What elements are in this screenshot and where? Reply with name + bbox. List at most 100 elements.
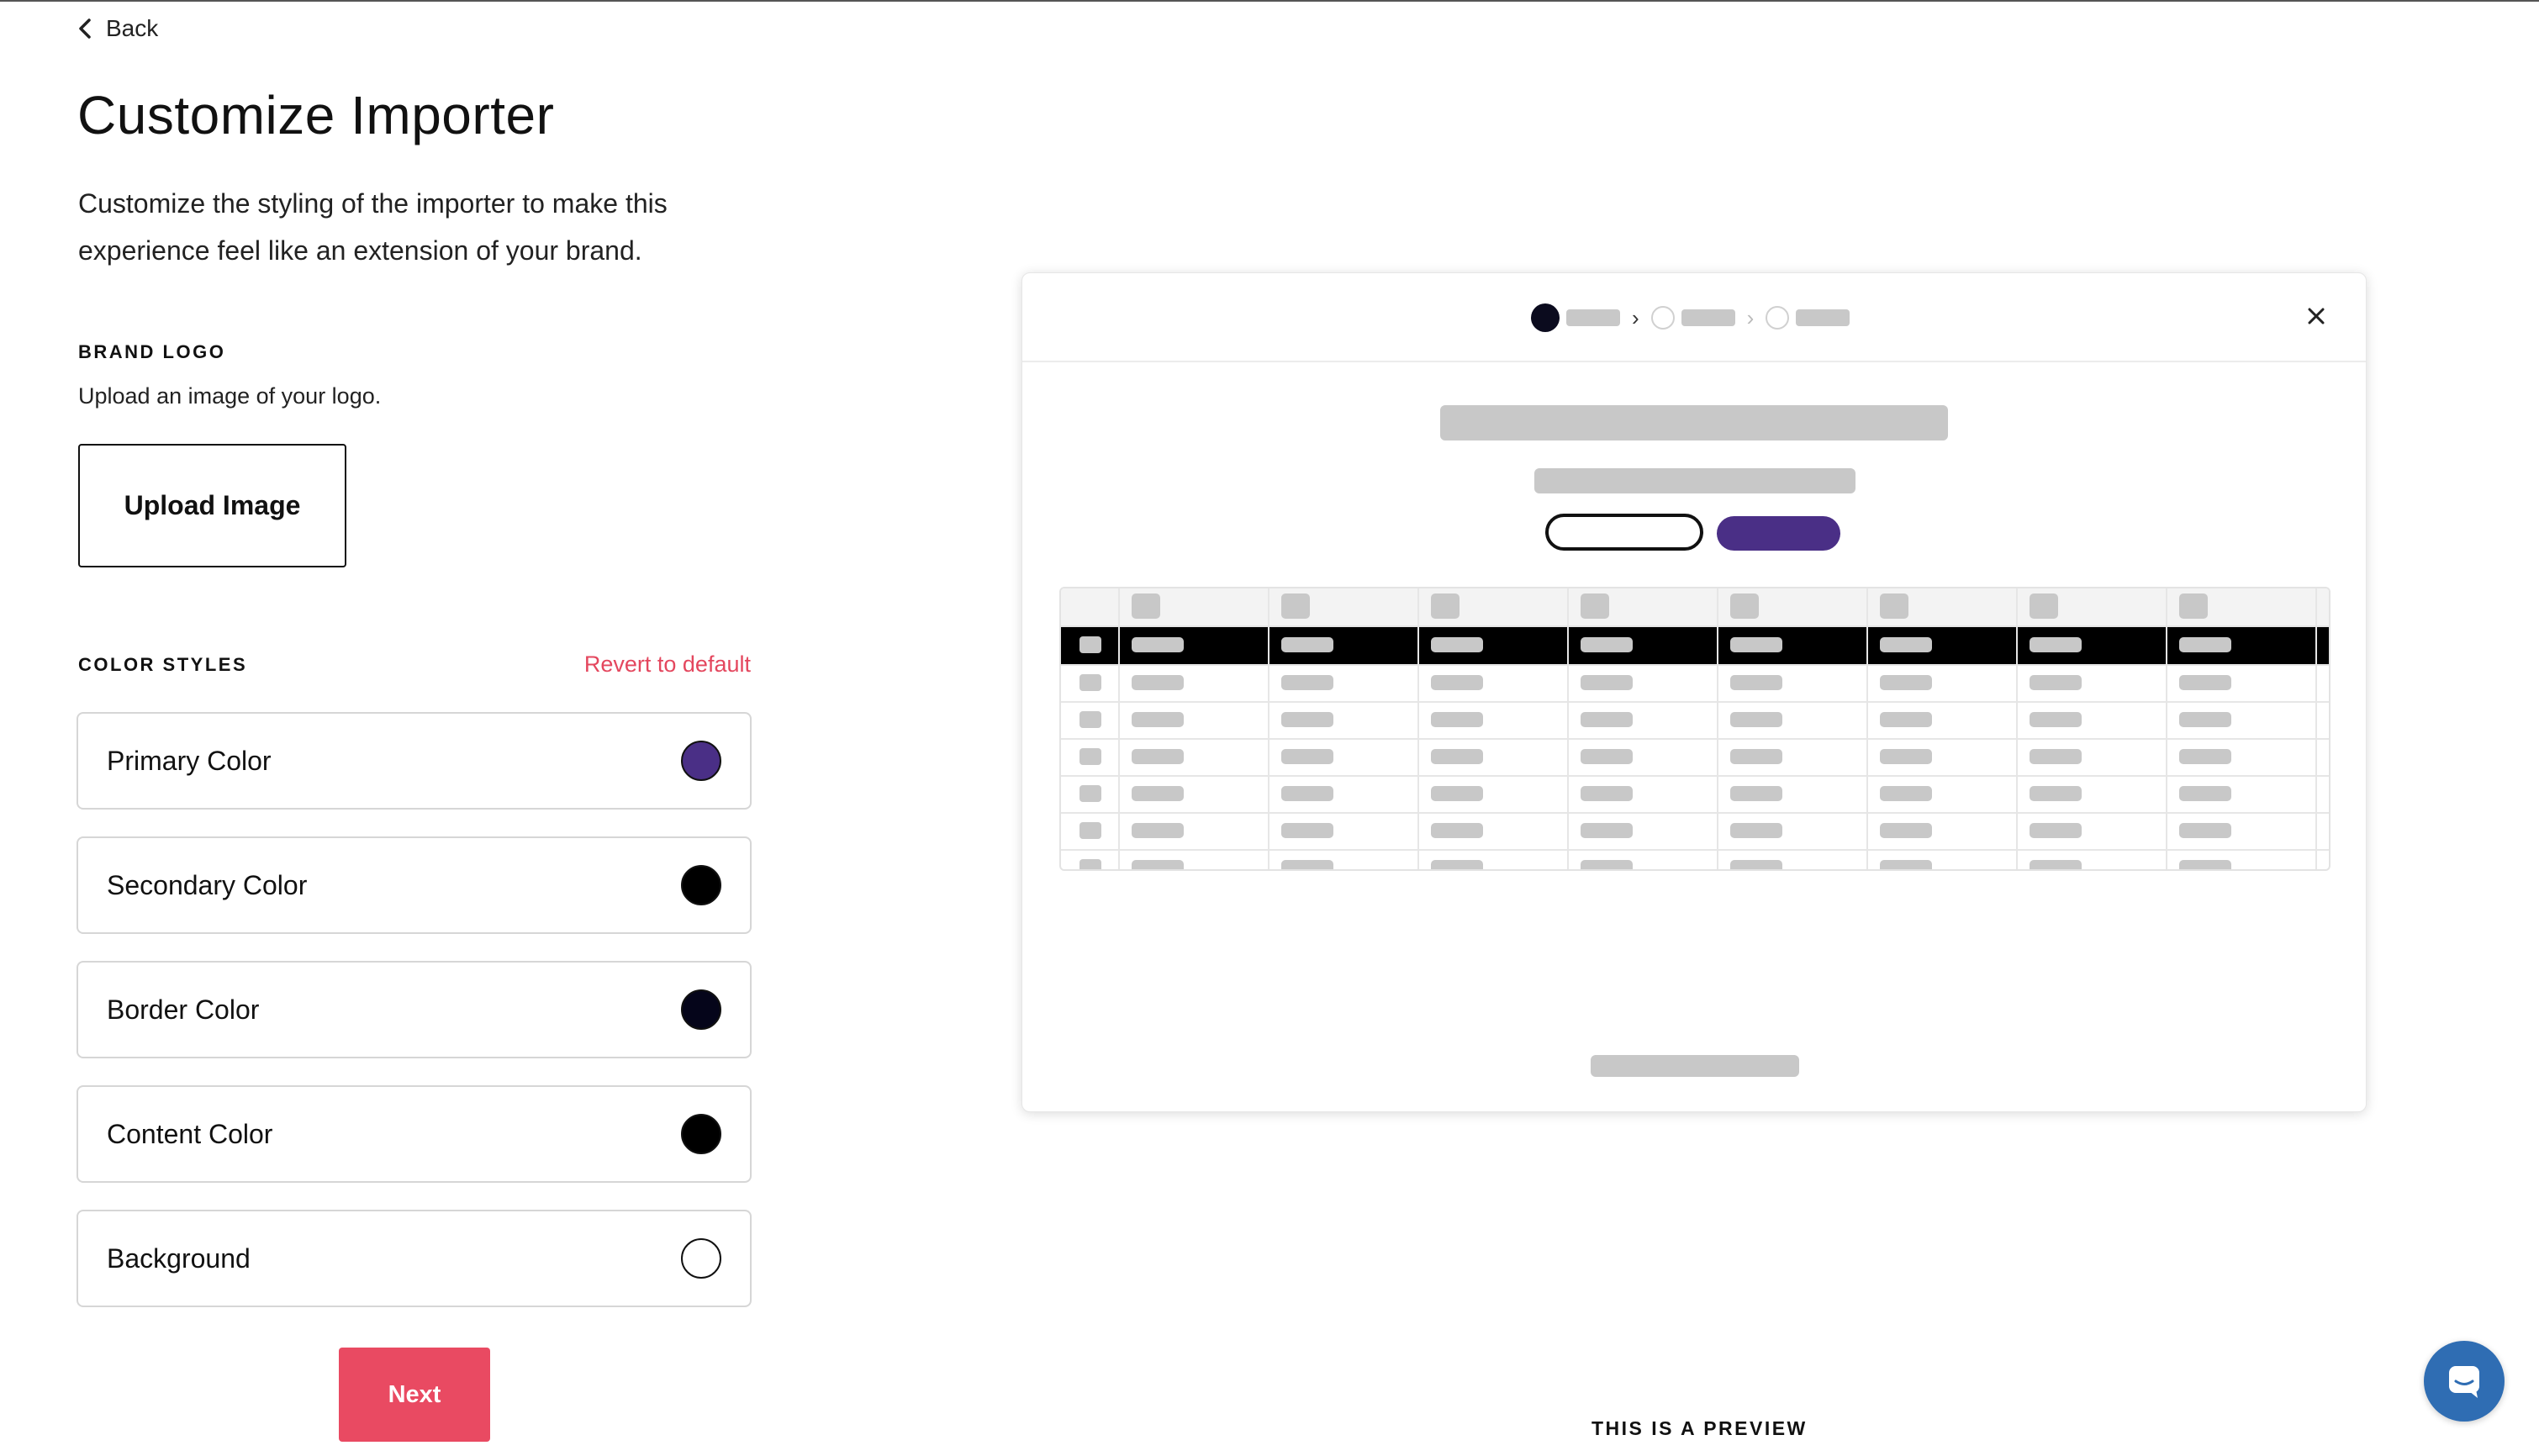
grid-cell-placeholder	[1431, 675, 1483, 690]
preview-subtitle-placeholder	[1534, 468, 1855, 493]
grid-column-divider	[2016, 588, 2018, 869]
grid-row-divider	[1061, 625, 2329, 627]
back-link[interactable]: Back	[76, 15, 158, 42]
grid-cell-placeholder	[2030, 712, 2082, 727]
importer-preview-card: › ›	[1021, 272, 2367, 1112]
grid-cell-placeholder	[1730, 786, 1782, 801]
grid-cell-placeholder	[1880, 749, 1932, 764]
grid-cell-placeholder	[1132, 749, 1184, 764]
grid-cell-placeholder	[1281, 749, 1333, 764]
color-label: Secondary Color	[107, 869, 308, 900]
grid-column-divider	[1717, 588, 1718, 869]
grid-row-checkbox-placeholder	[1079, 785, 1101, 802]
grid-column-divider	[1268, 588, 1270, 869]
grid-cell-placeholder	[1281, 637, 1333, 652]
color-label: Background	[107, 1242, 251, 1274]
preview-header: › ›	[1022, 273, 2366, 362]
grid-column-divider	[2315, 588, 2317, 869]
grid-cell-placeholder	[1281, 786, 1333, 801]
color-swatch[interactable]	[681, 1114, 721, 1154]
preview-stepper: › ›	[1531, 303, 1850, 332]
back-label: Back	[106, 15, 159, 41]
grid-cell-placeholder	[1431, 860, 1483, 869]
preview-secondary-button	[1545, 514, 1703, 551]
grid-cell-placeholder	[2179, 860, 2231, 869]
grid-header-placeholder	[1431, 593, 1460, 619]
grid-cell-placeholder	[1581, 675, 1633, 690]
grid-cell-placeholder	[1880, 860, 1932, 869]
secondary-color-picker[interactable]: Secondary Color	[77, 836, 752, 934]
color-swatch[interactable]	[681, 865, 721, 905]
grid-cell-placeholder	[2179, 749, 2231, 764]
preview-title-placeholder	[1440, 405, 1948, 440]
grid-cell-placeholder	[2179, 786, 2231, 801]
color-styles-heading: COLOR STYLES	[78, 654, 248, 675]
preview-data-grid	[1059, 587, 2330, 871]
grid-column-divider	[2166, 588, 2167, 869]
grid-cell-placeholder	[1581, 786, 1633, 801]
grid-header-placeholder	[1730, 593, 1759, 619]
grid-cell-placeholder	[1132, 637, 1184, 652]
grid-row-divider	[1061, 701, 2329, 703]
grid-row-checkbox-placeholder	[1079, 711, 1101, 728]
preview-footer-placeholder	[1591, 1055, 1799, 1077]
step-indicator-active	[1531, 303, 1560, 332]
grid-cell-placeholder	[1581, 749, 1633, 764]
grid-cell-placeholder	[2030, 637, 2082, 652]
grid-cell-placeholder	[1581, 637, 1633, 652]
grid-column-divider	[1118, 588, 1120, 869]
preview-caption: THIS IS A PREVIEW	[1591, 1417, 1808, 1439]
chat-bubble-icon	[2449, 1366, 2479, 1398]
grid-cell-placeholder	[2030, 749, 2082, 764]
support-chat-button[interactable]	[2424, 1341, 2505, 1422]
color-label: Content Color	[107, 1118, 273, 1149]
grid-cell-placeholder	[1132, 712, 1184, 727]
grid-cell-placeholder	[2030, 675, 2082, 690]
brand-logo-heading: BRAND LOGO	[78, 341, 226, 362]
grid-cell-placeholder	[1132, 675, 1184, 690]
revert-to-default-link[interactable]: Revert to default	[584, 652, 751, 678]
grid-cell-placeholder	[1730, 823, 1782, 838]
grid-cell-placeholder	[1730, 675, 1782, 690]
step-label-placeholder	[1796, 309, 1850, 326]
grid-header-placeholder	[1281, 593, 1310, 619]
close-icon[interactable]	[2304, 303, 2329, 329]
grid-cell-placeholder	[1730, 749, 1782, 764]
color-swatch[interactable]	[681, 1238, 721, 1279]
next-button[interactable]: Next	[339, 1348, 490, 1442]
background-color-picker[interactable]: Background	[77, 1210, 752, 1307]
grid-row-checkbox-placeholder	[1079, 748, 1101, 765]
grid-row-checkbox-placeholder	[1079, 859, 1101, 869]
color-swatch[interactable]	[681, 989, 721, 1030]
grid-header-placeholder	[1581, 593, 1609, 619]
grid-cell-placeholder	[1431, 786, 1483, 801]
grid-cell-placeholder	[1281, 823, 1333, 838]
content-color-picker[interactable]: Content Color	[77, 1085, 752, 1183]
grid-cell-placeholder	[1281, 860, 1333, 869]
preview-primary-button	[1717, 516, 1840, 551]
grid-row-checkbox-placeholder	[1079, 674, 1101, 691]
page-title: Customize Importer	[77, 85, 555, 145]
grid-cell-placeholder	[1581, 712, 1633, 727]
color-swatch[interactable]	[681, 741, 721, 781]
brand-logo-help-text: Upload an image of your logo.	[78, 383, 382, 409]
grid-cell-placeholder	[2179, 637, 2231, 652]
grid-column-divider	[1417, 588, 1419, 869]
grid-cell-placeholder	[2030, 860, 2082, 869]
grid-cell-placeholder	[1132, 786, 1184, 801]
grid-row-divider	[1061, 664, 2329, 666]
grid-cell-placeholder	[2030, 823, 2082, 838]
grid-header-placeholder	[2030, 593, 2058, 619]
upload-image-button[interactable]: Upload Image	[78, 444, 346, 567]
grid-header-placeholder	[2179, 593, 2208, 619]
grid-cell-placeholder	[1880, 823, 1932, 838]
step-label-placeholder	[1566, 309, 1620, 326]
color-label: Primary Color	[107, 745, 272, 776]
border-color-picker[interactable]: Border Color	[77, 961, 752, 1058]
window-top-border	[0, 0, 2539, 2]
color-label: Border Color	[107, 994, 260, 1025]
primary-color-picker[interactable]: Primary Color	[77, 712, 752, 810]
grid-row-checkbox-placeholder	[1079, 822, 1101, 839]
grid-column-divider	[1567, 588, 1569, 869]
grid-cell-placeholder	[1431, 823, 1483, 838]
